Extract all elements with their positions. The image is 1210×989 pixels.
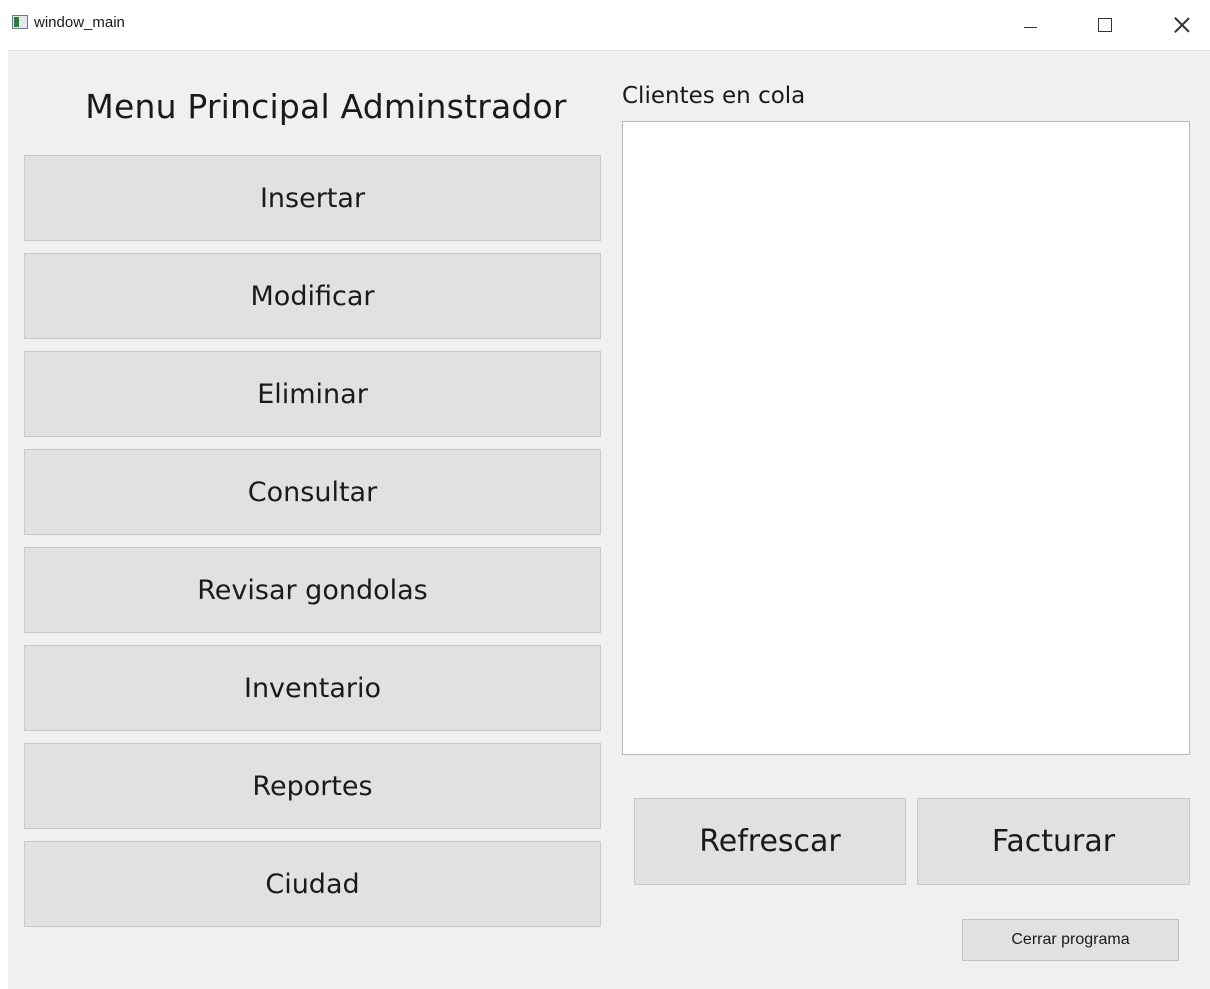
insert-button[interactable]: Insertar [24, 155, 601, 241]
client-queue-list[interactable] [622, 121, 1190, 755]
maximize-icon [1098, 18, 1112, 32]
review-gondolas-button[interactable]: Revisar gondolas [24, 547, 601, 633]
query-button[interactable]: Consultar [24, 449, 601, 535]
reports-button[interactable]: Reportes [24, 743, 601, 829]
modify-button[interactable]: Modificar [24, 253, 601, 339]
invoice-button[interactable]: Facturar [917, 798, 1190, 885]
minimize-icon [1024, 27, 1037, 28]
city-button[interactable]: Ciudad [24, 841, 601, 927]
close-icon [1174, 17, 1190, 33]
main-window: window_main Menu Principal Adminstrador … [0, 0, 1210, 989]
title-bar: window_main [0, 0, 1210, 50]
close-window-button[interactable] [1160, 6, 1204, 42]
app-icon [12, 15, 28, 29]
inventory-button[interactable]: Inventario [24, 645, 601, 731]
maximize-button[interactable] [1083, 6, 1127, 42]
window-title: window_main [34, 14, 125, 31]
client-area: Menu Principal Adminstrador Insertar Mod… [8, 50, 1210, 989]
minimize-button[interactable] [1008, 6, 1052, 42]
delete-button[interactable]: Eliminar [24, 351, 601, 437]
queue-label: Clientes en cola [622, 83, 806, 109]
refresh-button[interactable]: Refrescar [634, 798, 906, 885]
menu-title: Menu Principal Adminstrador [85, 87, 567, 126]
close-program-button[interactable]: Cerrar programa [962, 919, 1179, 961]
